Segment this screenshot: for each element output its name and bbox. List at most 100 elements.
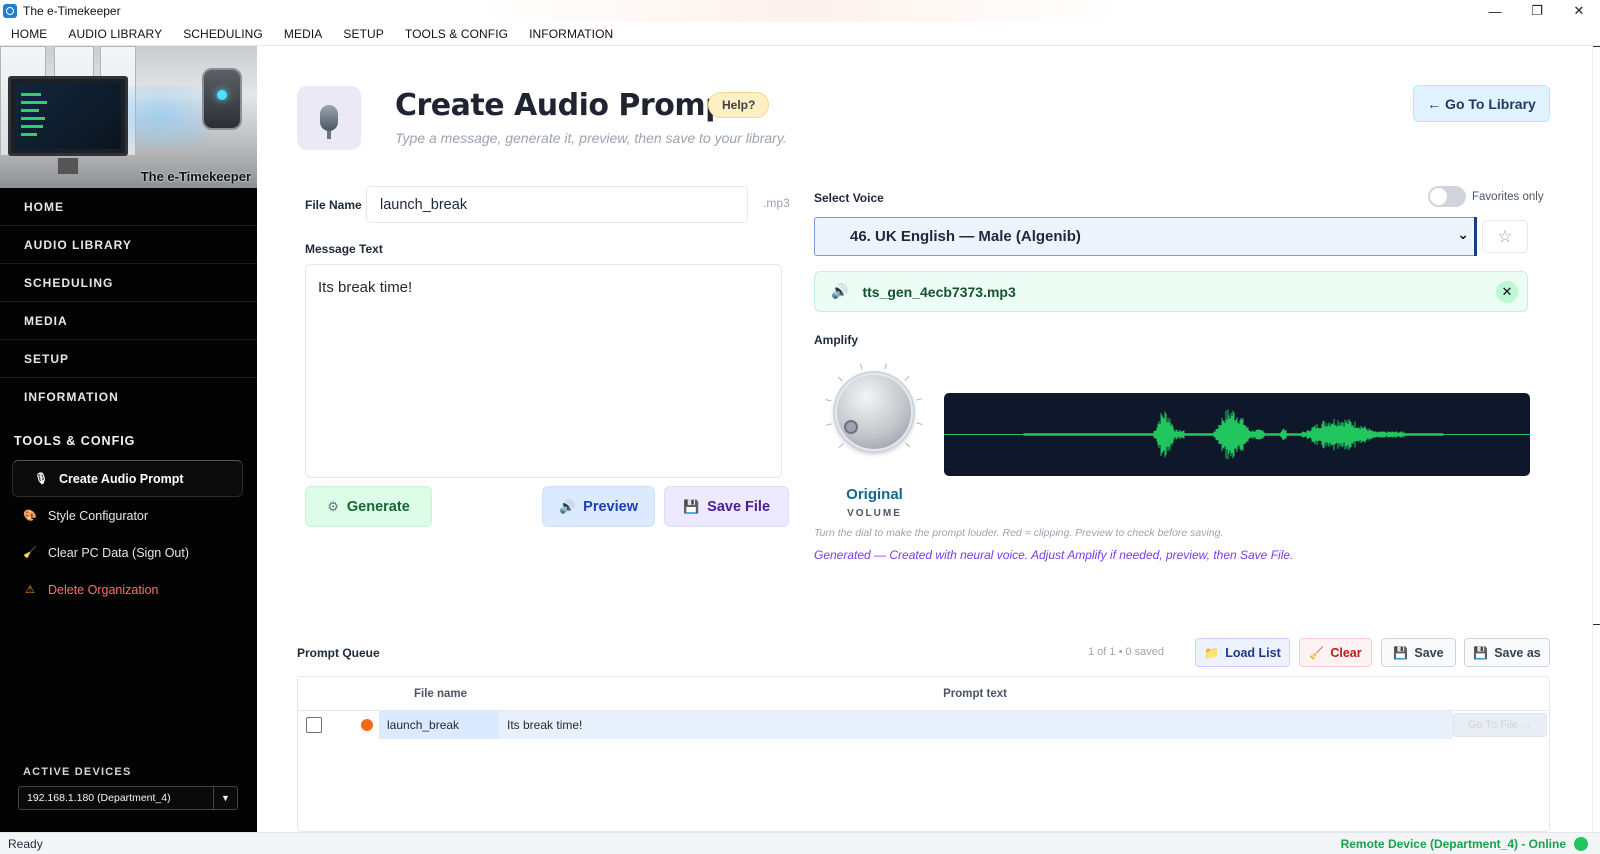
- close-icon[interactable]: ✕: [1496, 281, 1518, 303]
- active-device-select[interactable]: 192.168.1.180 (Department_4) ▼: [18, 786, 238, 810]
- load-list-label: Load List: [1225, 645, 1281, 660]
- preview-button[interactable]: 🔊 Preview: [542, 486, 655, 527]
- clear-queue-button[interactable]: 🧹 Clear: [1299, 638, 1372, 667]
- floppy-disk-icon: 💾: [1393, 645, 1409, 660]
- load-list-button[interactable]: 📁 Load List: [1195, 638, 1290, 667]
- floppy-disk-icon: 💾: [682, 498, 700, 514]
- file-name-label: File Name: [305, 198, 362, 212]
- hero-image: The e-Timekeeper: [0, 46, 257, 188]
- favorites-toggle[interactable]: [1428, 186, 1466, 207]
- menu-media[interactable]: MEDIA: [273, 27, 333, 41]
- volume-label: VOLUME: [847, 508, 902, 519]
- favorite-star-button[interactable]: ☆: [1482, 220, 1528, 253]
- sidebar-item-audio-library[interactable]: AUDIO LIBRARY: [0, 226, 257, 264]
- sidebar: The e-Timekeeper HOME AUDIO LIBRARY SCHE…: [0, 46, 257, 832]
- knob-indicator: [844, 420, 858, 434]
- speaker-icon: 🔊: [831, 283, 849, 299]
- save-as-queue-button[interactable]: 💾 Save as: [1464, 638, 1550, 667]
- queue-count: 1 of 1 • 0 saved: [1088, 646, 1165, 658]
- generation-status: Generated — Created with neural voice. A…: [814, 548, 1294, 562]
- menu-tools-config[interactable]: TOOLS & CONFIG: [394, 27, 518, 41]
- voice-select[interactable]: 46. UK English — Male (Algenib) ⌄: [814, 217, 1477, 256]
- speaker-icon: 🔊: [558, 498, 576, 514]
- sidebar-item-label: Delete Organization: [48, 582, 159, 597]
- save-label: Save: [1414, 645, 1444, 660]
- sidebar-item-label: Style Configurator: [48, 508, 149, 523]
- status-text: Ready: [8, 836, 43, 851]
- voice-selected-value: 46. UK English — Male (Algenib): [850, 228, 1081, 245]
- status-dot: [361, 719, 373, 731]
- close-button[interactable]: ✕: [1558, 0, 1600, 22]
- column-prompt-text: Prompt text: [943, 687, 1007, 700]
- clock-app-icon: [3, 4, 17, 18]
- monitor-illustration: [8, 76, 128, 156]
- active-device-value: 192.168.1.180 (Department_4): [27, 792, 171, 804]
- prompt-queue-title: Prompt Queue: [297, 646, 380, 660]
- file-name-input[interactable]: launch_break: [366, 186, 748, 223]
- page-title: Create Audio Prompt: [395, 88, 740, 123]
- preview-label: Preview: [583, 498, 638, 515]
- sidebar-item-home[interactable]: HOME: [0, 188, 257, 226]
- microphone-icon: 🎙: [34, 473, 48, 485]
- menu-audio-library[interactable]: AUDIO LIBRARY: [57, 27, 172, 41]
- warning-icon: ⚠: [25, 584, 35, 596]
- sidebar-item-information[interactable]: INFORMATION: [0, 378, 257, 416]
- header-microphone-icon: [297, 86, 361, 150]
- prompt-queue-table: File name Prompt text launch_break Its b…: [297, 676, 1550, 832]
- sidebar-section-tools: TOOLS & CONFIG: [14, 434, 136, 448]
- chevron-down-icon[interactable]: ▼: [213, 787, 237, 809]
- sidebar-item-label: Clear PC Data (Sign Out): [48, 545, 190, 560]
- sidebar-item-create-audio-prompt[interactable]: 🎙 Create Audio Prompt: [12, 460, 243, 497]
- generated-file-chip: 🔊 tts_gen_4ecb7373.mp3 ✕: [814, 271, 1528, 312]
- row-prompt-text: Its break time!: [499, 711, 1453, 739]
- help-button[interactable]: Help?: [708, 92, 770, 118]
- amplify-label: Amplify: [814, 333, 859, 347]
- star-icon: ☆: [1497, 226, 1513, 246]
- sidebar-item-setup[interactable]: SETUP: [0, 340, 257, 378]
- sidebar-item-label: Create Audio Prompt: [59, 471, 184, 486]
- generate-label: Generate: [346, 498, 410, 515]
- sidebar-item-scheduling[interactable]: SCHEDULING: [0, 264, 257, 302]
- favorites-only-label: Favorites only: [1472, 191, 1544, 203]
- broom-icon: 🧹: [23, 547, 37, 559]
- sidebar-item-style-configurator[interactable]: 🎨 Style Configurator: [0, 497, 257, 534]
- active-devices-label: ACTIVE DEVICES: [23, 766, 132, 778]
- amplify-hint: Turn the dial to make the prompt louder.…: [814, 527, 1224, 539]
- row-checkbox[interactable]: [306, 717, 322, 733]
- select-voice-label: Select Voice: [814, 191, 884, 205]
- save-file-button[interactable]: 💾 Save File: [664, 486, 789, 527]
- gear-icon: ⚙: [327, 498, 339, 514]
- vertical-scrollbar[interactable]: [1592, 46, 1600, 832]
- maximize-button[interactable]: ❐: [1516, 0, 1558, 22]
- sidebar-item-clear-pc-data[interactable]: 🧹 Clear PC Data (Sign Out): [0, 534, 257, 571]
- sidebar-item-delete-organization[interactable]: ⚠ Delete Organization: [0, 571, 257, 608]
- column-file-name: File name: [414, 687, 468, 700]
- go-to-file-button[interactable]: Go To File →: [1453, 713, 1547, 737]
- clear-label: Clear: [1330, 645, 1362, 660]
- generate-button[interactable]: ⚙ Generate: [305, 486, 432, 527]
- file-extension-label: .mp3: [763, 196, 790, 210]
- floppy-disk-icon: 💾: [1473, 645, 1489, 660]
- minimize-button[interactable]: —: [1474, 0, 1516, 22]
- go-to-library-button[interactable]: ← Go To Library: [1413, 85, 1550, 122]
- menu-information[interactable]: INFORMATION: [518, 27, 623, 41]
- menu-bar: HOME AUDIO LIBRARY SCHEDULING MEDIA SETU…: [0, 22, 1600, 46]
- menu-home[interactable]: HOME: [0, 27, 57, 41]
- sidebar-item-media[interactable]: MEDIA: [0, 302, 257, 340]
- volume-value: Original: [846, 486, 903, 503]
- generated-file-name: tts_gen_4ecb7373.mp3: [862, 283, 1016, 300]
- broom-icon: 🧹: [1309, 645, 1325, 660]
- waveform-svg: [944, 409, 1530, 460]
- menu-scheduling[interactable]: SCHEDULING: [172, 27, 273, 41]
- hero-caption: The e-Timekeeper: [140, 169, 251, 184]
- message-textarea[interactable]: Its break time!: [305, 264, 782, 478]
- save-queue-button[interactable]: 💾 Save: [1381, 638, 1456, 667]
- volume-knob[interactable]: [824, 362, 924, 462]
- menu-setup[interactable]: SETUP: [332, 27, 394, 41]
- window-title: The e-Timekeeper: [23, 4, 121, 18]
- save-file-label: Save File: [707, 498, 771, 515]
- chevron-down-icon: ⌄: [1457, 226, 1469, 242]
- table-row[interactable]: launch_break Its break time! Go To File …: [298, 711, 1549, 739]
- folder-icon: 📁: [1204, 645, 1220, 660]
- device-illustration: [202, 68, 242, 130]
